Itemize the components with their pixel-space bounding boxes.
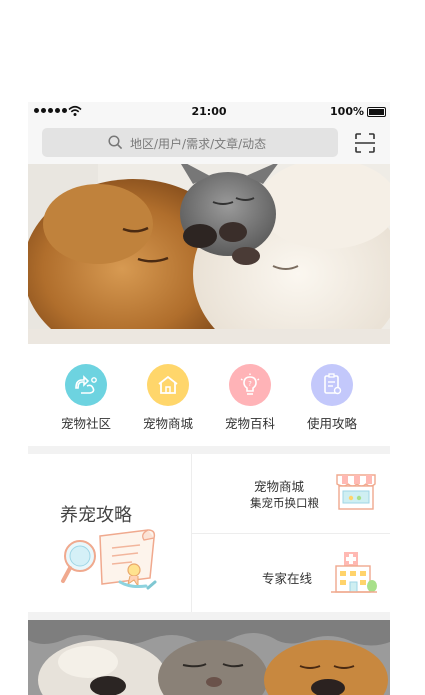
bottom-banner-image[interactable] (28, 620, 390, 695)
category-label: 宠物百科 (224, 416, 275, 431)
section-divider (28, 446, 390, 454)
category-pet-encyclopedia[interactable]: ? 宠物百科 (210, 364, 290, 432)
card-title: 养宠攻略 (60, 505, 132, 526)
battery-percent: 100% (330, 105, 364, 118)
category-row: 宠物社区 宠物商城 ? 宠物百科 使用攻略 (28, 344, 390, 444)
category-label: 使用攻略 (306, 416, 357, 431)
search-input[interactable]: 地区/用户/需求/文章/动态 (42, 128, 338, 157)
card-pet-shop[interactable]: 宠物商城 集宠币换口粮 (192, 454, 390, 533)
banner-image[interactable] (28, 164, 390, 344)
hospital-illustration (331, 552, 377, 593)
scan-icon[interactable] (354, 132, 376, 154)
card-subtitle: 集宠币换口粮 (250, 496, 319, 510)
pets-under-blanket-photo (28, 620, 390, 695)
bulb-icon: ? (229, 364, 271, 406)
search-icon (108, 135, 123, 150)
app-screen: 21:00 100% 地区/用户/需求/文章/动态 宠物社区 宠物商城 ? 宠物… (28, 102, 390, 695)
battery-icon (367, 107, 386, 117)
pets-photo (28, 164, 390, 344)
search-bar: 地区/用户/需求/文章/动态 (28, 122, 390, 164)
section-divider (28, 612, 390, 620)
card-title: 专家在线 (262, 571, 313, 586)
category-pet-shop[interactable]: 宠物商城 (128, 364, 208, 432)
card-title: 宠物商城 (254, 479, 305, 494)
card-pet-guide[interactable]: 养宠攻略 (28, 454, 191, 612)
status-bar: 21:00 100% (28, 102, 390, 122)
category-label: 宠物商城 (142, 416, 193, 431)
search-placeholder: 地区/用户/需求/文章/动态 (130, 137, 267, 151)
community-icon (65, 364, 107, 406)
category-usage-guide[interactable]: 使用攻略 (292, 364, 372, 432)
feature-cards: 养宠攻略 宠物商城 集宠币换口粮 专家在线 (28, 454, 390, 612)
storefront-illustration (336, 474, 376, 510)
scroll-magnifier-illustration (61, 529, 157, 590)
card-expert-online[interactable]: 专家在线 (192, 534, 390, 612)
svg-text:?: ? (248, 380, 252, 388)
guide-doc-icon (311, 364, 353, 406)
category-label: 宠物社区 (60, 416, 111, 431)
shop-icon (147, 364, 189, 406)
category-pet-community[interactable]: 宠物社区 (46, 364, 126, 432)
